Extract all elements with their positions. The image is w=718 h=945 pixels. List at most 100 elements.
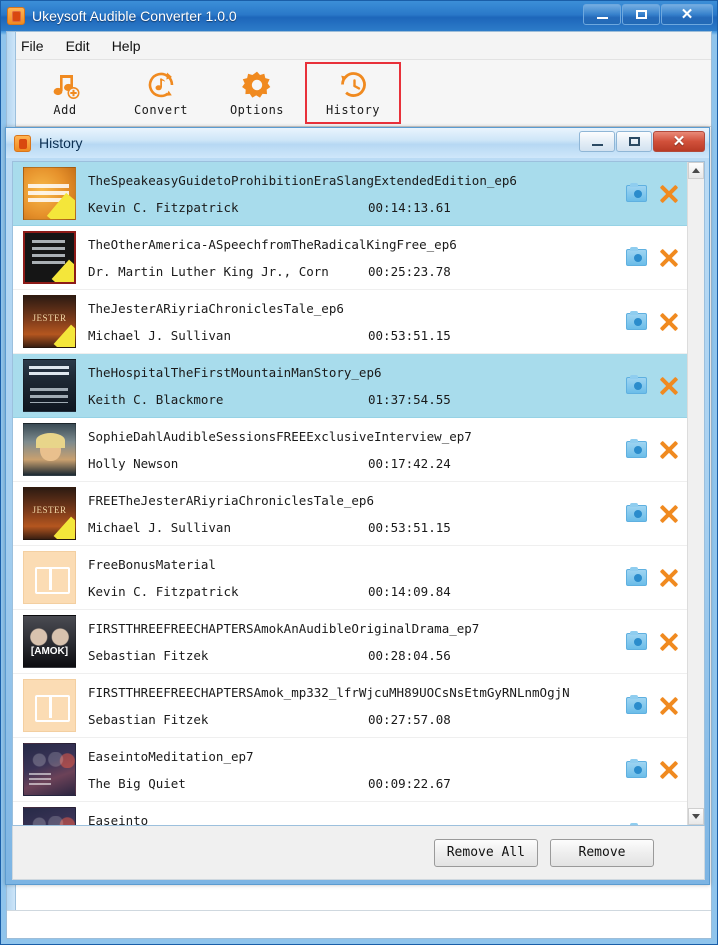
- cover-thumbnail: [23, 807, 76, 825]
- history-close-button[interactable]: ✕: [653, 131, 705, 152]
- history-list-container: TheSpeakeasyGuidetoProhibitionEraSlangEx…: [12, 161, 705, 826]
- row-meta: Kevin C. Fitzpatrick 00:14:13.61: [88, 200, 609, 215]
- cover-thumbnail: [23, 615, 76, 668]
- open-folder-icon[interactable]: [626, 631, 647, 650]
- row-author: Dr. Martin Luther King Jr., Corn: [88, 263, 329, 279]
- minimize-button[interactable]: [583, 4, 621, 25]
- history-scrollbar[interactable]: [687, 162, 704, 825]
- toolbar: Add Convert Options History: [7, 60, 711, 127]
- table-row[interactable]: FreeBonusMaterial Kevin C. Fitzpatrick 0…: [13, 546, 687, 610]
- cover-thumbnail: [23, 679, 76, 732]
- open-folder-icon[interactable]: [626, 695, 647, 714]
- table-row[interactable]: FIRSTTHREEFREECHAPTERSAmokAnAudibleOrigi…: [13, 610, 687, 674]
- open-folder-icon[interactable]: [626, 247, 647, 266]
- table-row[interactable]: TheOtherAmerica-ASpeechfromTheRadicalKin…: [13, 226, 687, 290]
- table-row[interactable]: TheJesterARiyriaChroniclesTale_ep6 Micha…: [13, 290, 687, 354]
- row-meta: Michael J. Sullivan 00:53:51.15: [88, 328, 609, 343]
- maximize-icon: [635, 10, 647, 19]
- minimize-icon: [596, 16, 608, 19]
- convert-refresh-icon: [148, 72, 174, 98]
- row-duration: 00:53:51.15: [368, 519, 451, 535]
- row-actions: [615, 439, 687, 461]
- minimize-icon: [591, 143, 603, 146]
- history-minimize-button[interactable]: [579, 131, 615, 152]
- row-author: Kevin C. Fitzpatrick: [88, 583, 239, 599]
- row-duration: 00:28:04.56: [368, 647, 451, 663]
- close-icon: ✕: [672, 133, 686, 150]
- remove-x-icon[interactable]: [657, 759, 679, 781]
- row-duration: 00:09:22.67: [368, 775, 451, 791]
- toolbar-button-add[interactable]: Add: [17, 62, 113, 124]
- menu-item-edit[interactable]: Edit: [66, 38, 90, 54]
- row-author: Keith C. Blackmore: [88, 391, 224, 407]
- toolbar-button-options[interactable]: Options: [209, 62, 305, 124]
- remove-x-icon[interactable]: [657, 567, 679, 589]
- history-maximize-button[interactable]: [616, 131, 652, 152]
- open-folder-icon[interactable]: [626, 183, 647, 202]
- cover-thumbnail: [23, 231, 76, 284]
- remove-x-icon[interactable]: [657, 311, 679, 333]
- cover-thumbnail: [23, 295, 76, 348]
- table-row[interactable]: TheSpeakeasyGuidetoProhibitionEraSlangEx…: [13, 162, 687, 226]
- remove-x-icon[interactable]: [657, 631, 679, 653]
- row-text: FIRSTTHREEFREECHAPTERSAmokAnAudibleOrigi…: [88, 621, 615, 663]
- row-title: FreeBonusMaterial: [88, 556, 216, 572]
- menu-item-file[interactable]: File: [21, 38, 44, 54]
- table-row[interactable]: TheHospitalTheFirstMountainManStory_ep6 …: [13, 354, 687, 418]
- window-title: Ukeysoft Audible Converter 1.0.0: [32, 8, 237, 24]
- scroll-down-button[interactable]: [688, 808, 704, 825]
- table-row[interactable]: FREETheJesterARiyriaChroniclesTale_ep6 M…: [13, 482, 687, 546]
- row-title: TheSpeakeasyGuidetoProhibitionEraSlangEx…: [88, 172, 517, 188]
- row-duration: 01:37:54.55: [368, 391, 451, 407]
- row-text: SophieDahlAudibleSessionsFREEExclusiveIn…: [88, 429, 615, 471]
- open-folder-icon[interactable]: [626, 759, 647, 778]
- toolbar-button-convert[interactable]: Convert: [113, 62, 209, 124]
- row-meta: Dr. Martin Luther King Jr., Corn 00:25:2…: [88, 264, 609, 279]
- row-duration: 00:14:09.84: [368, 583, 451, 599]
- open-folder-icon[interactable]: [626, 567, 647, 586]
- row-actions: [615, 567, 687, 589]
- table-row[interactable]: EaseintoMeditation_ep7 The Big Quiet 00:…: [13, 738, 687, 802]
- gear-icon: [242, 71, 271, 98]
- row-text: FreeBonusMaterial Kevin C. Fitzpatrick 0…: [88, 557, 615, 599]
- row-text: EaseintoMeditation_ep7 The Big Quiet 00:…: [88, 749, 615, 791]
- scroll-down-arrow-icon: [692, 814, 700, 819]
- table-row[interactable]: Easeinto The Big Quiet 00:09:22.67: [13, 802, 687, 825]
- row-author: Holly Newson: [88, 455, 179, 471]
- remove-x-icon[interactable]: [657, 695, 679, 717]
- row-meta: Kevin C. Fitzpatrick 00:14:09.84: [88, 584, 609, 599]
- row-duration: 00:17:42.24: [368, 455, 451, 471]
- row-meta: Michael J. Sullivan 00:53:51.15: [88, 520, 609, 535]
- open-folder-icon[interactable]: [626, 503, 647, 522]
- row-title: FIRSTTHREEFREECHAPTERSAmok_mp332_lfrWjcu…: [88, 684, 570, 700]
- row-actions: [615, 183, 687, 205]
- maximize-button[interactable]: [622, 4, 660, 25]
- remove-x-icon[interactable]: [657, 183, 679, 205]
- remove-x-icon[interactable]: [657, 375, 679, 397]
- open-folder-icon[interactable]: [626, 375, 647, 394]
- row-text: Easeinto The Big Quiet 00:09:22.67: [88, 813, 615, 826]
- toolbar-button-history[interactable]: History: [305, 62, 401, 124]
- close-button[interactable]: ✕: [661, 4, 713, 25]
- remove-x-icon[interactable]: [657, 439, 679, 461]
- row-actions: [615, 311, 687, 333]
- row-author: Michael J. Sullivan: [88, 327, 231, 343]
- open-folder-icon[interactable]: [626, 439, 647, 458]
- cover-thumbnail: [23, 743, 76, 796]
- row-text: TheOtherAmerica-ASpeechfromTheRadicalKin…: [88, 237, 615, 279]
- open-folder-icon[interactable]: [626, 311, 647, 330]
- scroll-up-button[interactable]: [688, 162, 704, 179]
- table-row[interactable]: FIRSTTHREEFREECHAPTERSAmok_mp332_lfrWjcu…: [13, 674, 687, 738]
- row-actions: [615, 759, 687, 781]
- remove-all-button[interactable]: Remove All: [433, 838, 538, 867]
- menu-item-help[interactable]: Help: [112, 38, 141, 54]
- cover-thumbnail: [23, 487, 76, 540]
- remove-button[interactable]: Remove: [550, 838, 654, 867]
- table-row[interactable]: SophieDahlAudibleSessionsFREEExclusiveIn…: [13, 418, 687, 482]
- remove-x-icon[interactable]: [657, 823, 679, 826]
- remove-x-icon[interactable]: [657, 503, 679, 525]
- history-title-bar: History ✕: [6, 128, 709, 158]
- remove-x-icon[interactable]: [657, 247, 679, 269]
- toolbar-label-add: Add: [53, 103, 77, 117]
- row-meta: Sebastian Fitzek 00:28:04.56: [88, 648, 609, 663]
